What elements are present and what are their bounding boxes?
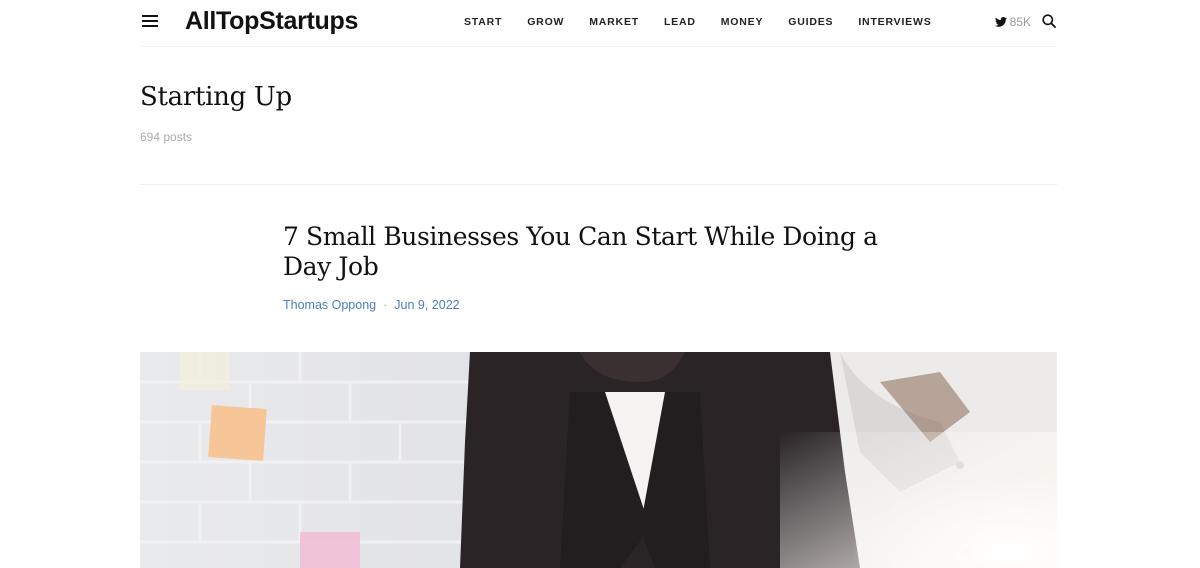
nav-item-market[interactable]: MARKET — [589, 16, 639, 28]
divider — [140, 184, 1057, 185]
site-header: AllTopStartups START GROW MARKET LEAD MO… — [140, 0, 1057, 47]
twitter-count: 85K — [1009, 15, 1031, 29]
archive-title: Starting Up — [140, 82, 292, 112]
post-count: 694 posts — [140, 130, 193, 144]
twitter-follow-link[interactable]: 85K — [994, 15, 1031, 29]
search-icon[interactable] — [1042, 14, 1056, 33]
author-link[interactable]: Thomas Oppong — [283, 298, 376, 312]
main-nav: START GROW MARKET LEAD MONEY GUIDES INTE… — [464, 16, 957, 28]
nav-item-start[interactable]: START — [464, 16, 502, 28]
page: AllTopStartups START GROW MARKET LEAD MO… — [0, 0, 1200, 568]
date-link[interactable]: Jun 9, 2022 — [394, 298, 459, 312]
twitter-icon — [994, 17, 1007, 27]
featured-image[interactable] — [140, 352, 1057, 568]
article-meta: Thomas Oppong · Jun 9, 2022 — [283, 298, 460, 312]
nav-item-guides[interactable]: GUIDES — [788, 16, 833, 28]
nav-item-interviews[interactable]: INTERVIEWS — [858, 16, 931, 28]
hamburger-menu-icon[interactable] — [142, 15, 158, 28]
nav-item-money[interactable]: MONEY — [721, 16, 764, 28]
article-title-link[interactable]: 7 Small Businesses You Can Start While D… — [283, 222, 903, 282]
nav-item-grow[interactable]: GROW — [527, 16, 564, 28]
meta-separator: · — [383, 298, 388, 312]
site-logo[interactable]: AllTopStartups — [185, 5, 358, 37]
nav-item-lead[interactable]: LEAD — [664, 16, 696, 28]
